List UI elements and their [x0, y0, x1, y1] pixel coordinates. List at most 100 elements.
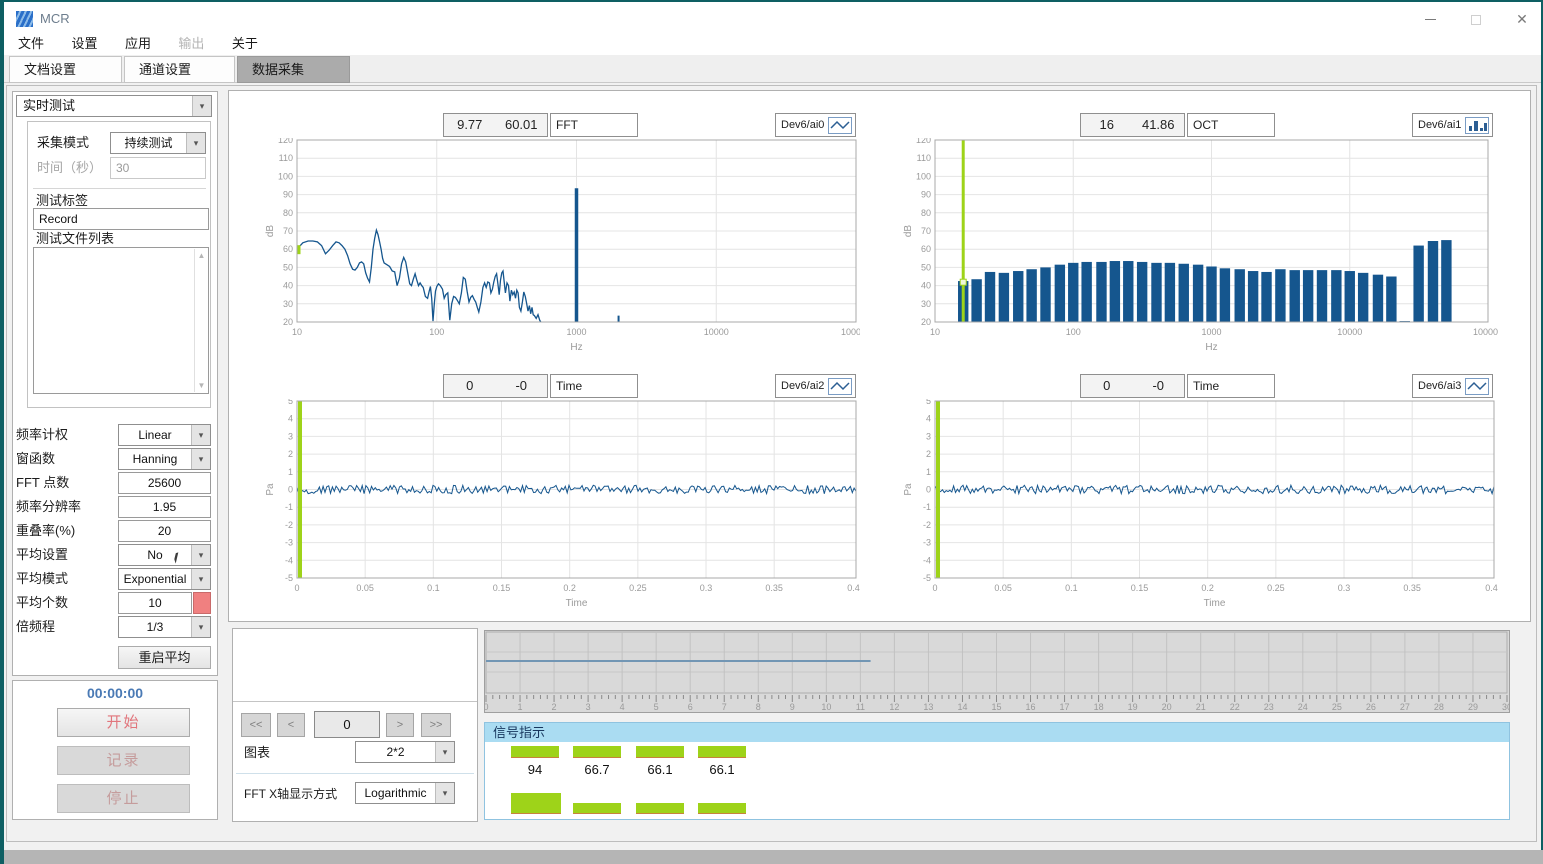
svg-text:0.1: 0.1 — [427, 583, 440, 593]
fft-channel-box[interactable]: Dev6/ai0 — [775, 113, 856, 137]
svg-text:100: 100 — [429, 327, 444, 337]
test-file-listbox[interactable]: ▲ ▼ — [33, 247, 209, 394]
chart-layout-select[interactable]: 2*2 ▾ — [355, 741, 455, 763]
combo-value: 2*2 — [356, 742, 435, 762]
time-chart-ai3[interactable]: -5-4-3-2-101234500.050.10.150.20.250.30.… — [898, 399, 1498, 614]
svg-text:25: 25 — [1332, 702, 1342, 712]
divider — [236, 773, 474, 774]
fft-xaxis-mode-select[interactable]: Logarithmic ▾ — [355, 782, 455, 804]
time3-type-box[interactable]: Time — [1187, 374, 1275, 398]
chevron-down-icon[interactable]: ▾ — [191, 569, 210, 589]
page-next-button[interactable]: > — [386, 713, 414, 737]
combo-value: 实时测试 — [17, 96, 192, 116]
svg-text:8: 8 — [756, 702, 761, 712]
svg-text:0: 0 — [932, 583, 937, 593]
signal-meter — [511, 793, 561, 814]
svg-text:2: 2 — [926, 449, 931, 459]
elapsed-timer: 00:00:00 — [12, 685, 218, 701]
close-button[interactable]: ✕ — [1499, 4, 1543, 34]
svg-text:5: 5 — [288, 399, 293, 406]
avg-count-status-flag — [193, 592, 211, 614]
scroll-up-icon[interactable]: ▲ — [195, 249, 208, 262]
title-bar[interactable]: MCR ✕ — [4, 2, 1541, 32]
record-timeline[interactable]: 0123456789101112131415161718192021222324… — [484, 630, 1510, 713]
svg-text:20: 20 — [921, 317, 931, 327]
svg-text:0.15: 0.15 — [1131, 583, 1149, 593]
svg-text:0: 0 — [485, 702, 489, 712]
svg-text:23: 23 — [1264, 702, 1274, 712]
cursor-y-value: 60.01 — [496, 114, 548, 136]
menu-about[interactable]: 关于 — [232, 32, 258, 55]
chart-layout-label: 图表 — [244, 742, 270, 764]
time-chart-ai2[interactable]: -5-4-3-2-101234500.050.10.150.20.250.30.… — [260, 399, 860, 614]
signal-channel-1: 94 — [511, 742, 561, 821]
freq-resolution-input[interactable]: 1.95 — [118, 496, 211, 518]
time3-channel-box[interactable]: Dev6/ai3 — [1412, 374, 1493, 398]
oct-type-box[interactable]: OCT — [1187, 113, 1275, 137]
svg-text:0.05: 0.05 — [356, 583, 374, 593]
chevron-down-icon[interactable]: ▾ — [435, 783, 454, 803]
svg-text:1000: 1000 — [1201, 327, 1221, 337]
svg-text:0.2: 0.2 — [563, 583, 576, 593]
svg-text:0.1: 0.1 — [1065, 583, 1078, 593]
page-number-input[interactable]: 0 — [314, 711, 380, 738]
channel-name: Dev6/ai2 — [781, 380, 828, 392]
acq-mode-select[interactable]: 持续测试 ▾ — [110, 132, 206, 154]
avg-mode-select[interactable]: Exponential ▾ — [118, 568, 211, 590]
svg-text:-2: -2 — [285, 520, 293, 530]
fft-points-input[interactable]: 25600 — [118, 472, 211, 494]
time2-type-box[interactable]: Time — [550, 374, 638, 398]
avg-setting-select[interactable]: No ▾ — [118, 544, 211, 566]
minimize-button[interactable] — [1407, 4, 1453, 34]
fft-type-box[interactable]: FFT — [550, 113, 638, 137]
svg-text:10: 10 — [930, 327, 940, 337]
svg-text:0.41: 0.41 — [847, 583, 860, 593]
tab-channel-settings[interactable]: 通道设置 — [124, 56, 235, 83]
svg-text:120: 120 — [916, 138, 931, 145]
scroll-down-icon[interactable]: ▼ — [195, 379, 208, 392]
chevron-down-icon[interactable]: ▾ — [192, 96, 211, 116]
cursor-x-value: 0 — [444, 375, 496, 397]
test-label-input[interactable]: Record — [33, 208, 209, 230]
svg-text:30: 30 — [283, 299, 293, 309]
maximize-button[interactable] — [1453, 4, 1499, 34]
signal-meter — [573, 803, 621, 814]
start-button[interactable]: 开始 — [57, 708, 190, 737]
tab-data-acquisition[interactable]: 数据采集 — [237, 56, 350, 83]
chevron-down-icon[interactable]: ▾ — [191, 617, 210, 637]
line-chart-icon — [828, 117, 852, 134]
tab-document-settings[interactable]: 文档设置 — [9, 56, 122, 83]
menu-settings[interactable]: 设置 — [71, 32, 97, 55]
octave-select[interactable]: 1/3 ▾ — [118, 616, 211, 638]
page-first-button[interactable]: << — [241, 713, 271, 737]
oct-channel-box[interactable]: Dev6/ai1 — [1412, 113, 1493, 137]
svg-text:21: 21 — [1196, 702, 1206, 712]
time2-channel-box[interactable]: Dev6/ai2 — [775, 374, 856, 398]
chevron-down-icon[interactable]: ▾ — [191, 545, 210, 565]
menu-application[interactable]: 应用 — [125, 32, 151, 55]
signal-value: 94 — [511, 762, 559, 777]
chevron-down-icon[interactable]: ▾ — [186, 133, 205, 153]
svg-text:1: 1 — [288, 467, 293, 477]
chevron-down-icon[interactable]: ▾ — [191, 449, 210, 469]
cursor-x-value: 16 — [1081, 114, 1133, 136]
menu-file[interactable]: 文件 — [18, 32, 44, 55]
svg-text:60: 60 — [921, 244, 931, 254]
signal-channel-2: 66.7 — [573, 742, 623, 821]
avg-count-input[interactable]: 10 — [118, 592, 192, 614]
page-last-button[interactable]: >> — [421, 713, 451, 737]
freq-weighting-select[interactable]: Linear ▾ — [118, 424, 211, 446]
window-function-select[interactable]: Hanning ▾ — [118, 448, 211, 470]
fft-cursor-readout: 9.77 60.01 — [443, 113, 548, 137]
test-mode-select[interactable]: 实时测试 ▾ — [16, 95, 212, 117]
page-prev-button[interactable]: < — [277, 713, 305, 737]
scrollbar[interactable]: ▲ ▼ — [194, 249, 207, 392]
chevron-down-icon[interactable]: ▾ — [435, 742, 454, 762]
chevron-down-icon[interactable]: ▾ — [191, 425, 210, 445]
overlap-input[interactable]: 20 — [118, 520, 211, 542]
oct-cursor-readout: 16 41.86 — [1080, 113, 1185, 137]
restart-average-button[interactable]: 重启平均 — [118, 646, 211, 669]
oct-chart[interactable]: 2030405060708090100110120101001000100001… — [898, 138, 1498, 362]
combo-value: 持续测试 — [111, 133, 186, 153]
fft-chart[interactable]: 2030405060708090100110120101001000100001… — [260, 138, 860, 362]
